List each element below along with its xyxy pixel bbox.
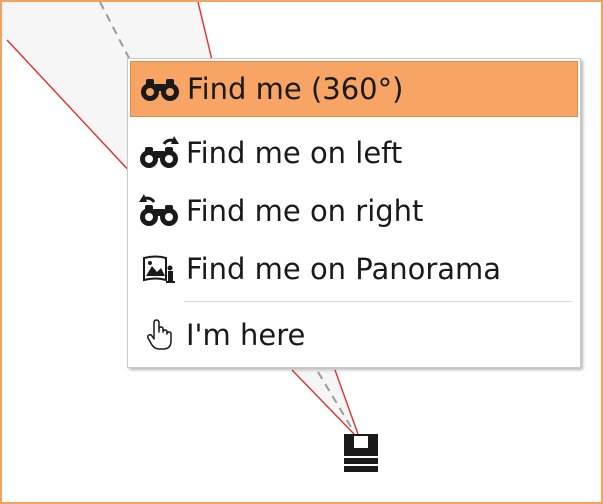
binoculars-icon [137, 69, 183, 109]
menu-item-find-me-left[interactable]: Find me on left [130, 125, 578, 181]
menu-separator [184, 301, 572, 302]
menu-item-find-me-right[interactable]: Find me on right [130, 183, 578, 239]
context-menu: Find me (360°) Find me on left Find me o… [127, 58, 581, 368]
location-marker-icon[interactable] [344, 434, 378, 472]
binoculars-right-icon [136, 191, 182, 231]
menu-item-label: Find me (360°) [187, 72, 404, 106]
binoculars-left-icon [136, 133, 182, 173]
menu-item-label: Find me on Panorama [186, 252, 502, 286]
menu-item-label: Find me on right [186, 194, 424, 228]
menu-item-find-me-panorama[interactable]: Find me on Panorama [130, 241, 578, 297]
panorama-icon [136, 249, 182, 289]
menu-item-im-here[interactable]: I'm here [130, 307, 578, 363]
hand-pointer-icon [136, 315, 182, 355]
menu-item-find-me-360[interactable]: Find me (360°) [130, 61, 578, 117]
menu-item-label: I'm here [186, 318, 306, 352]
menu-item-label: Find me on left [186, 136, 403, 170]
